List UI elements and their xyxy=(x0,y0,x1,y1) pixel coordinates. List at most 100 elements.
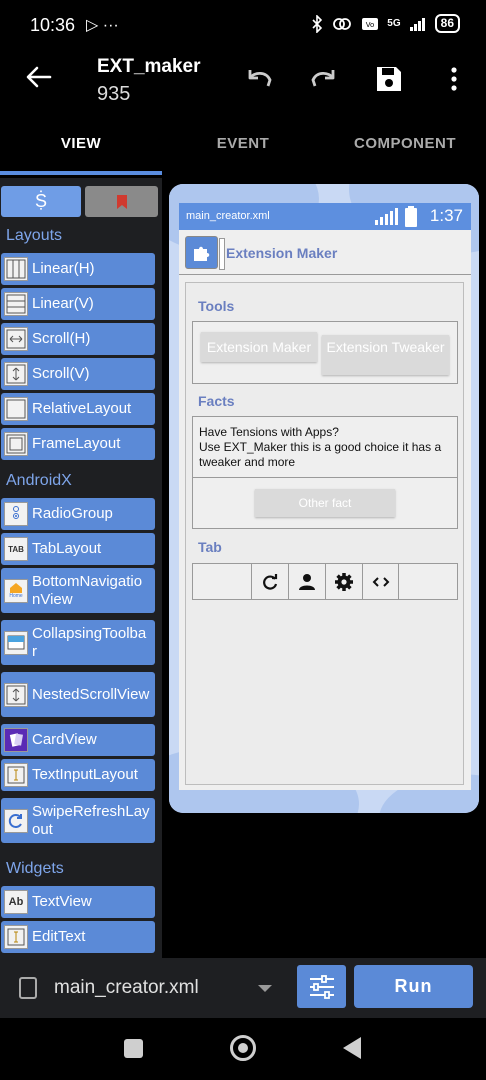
palette-item-label: RadioGroup xyxy=(32,505,113,522)
person-icon[interactable] xyxy=(288,564,325,599)
widgets-tab-icon: Ṩ xyxy=(34,191,47,211)
preview-fact-line: Use EXT_Maker this is a good choice it h… xyxy=(199,440,442,469)
status-right-icons: Vo 5G 86 xyxy=(311,14,460,33)
preview-tab-bar xyxy=(192,563,458,600)
puzzle-icon xyxy=(185,236,218,269)
preview-signal-icon xyxy=(375,208,398,225)
home-button-icon[interactable] xyxy=(230,1035,256,1061)
text-input-layout-icon xyxy=(4,763,28,787)
bottom-navigation-icon: Home xyxy=(4,578,28,603)
preview-tools-container: Extension Maker Extension Tweaker xyxy=(192,321,458,384)
tab-event[interactable]: EVENT xyxy=(162,122,324,176)
linear-v-icon xyxy=(4,292,28,316)
code-icon[interactable] xyxy=(362,564,399,599)
refresh-icon[interactable] xyxy=(251,564,288,599)
run-button[interactable]: Run xyxy=(354,965,473,1008)
save-icon[interactable] xyxy=(372,62,406,96)
bottom-bar: main_creator.xml Run xyxy=(0,958,486,1018)
palette-tab-bookmarks[interactable] xyxy=(85,186,158,217)
scroll-v-icon xyxy=(4,362,28,386)
radio-group-icon xyxy=(4,502,28,526)
recents-icon[interactable] xyxy=(124,1039,143,1058)
palette-item-relative-layout[interactable]: RelativeLayout xyxy=(1,393,155,425)
preview-facts-text-box: Have Tensions with Apps? Use EXT_Maker t… xyxy=(192,416,458,478)
palette-item-label: NestedScrollView xyxy=(32,685,150,703)
palette-item-label: Linear(H) xyxy=(32,260,95,277)
palette-item-label: Scroll(V) xyxy=(32,365,90,382)
file-selector[interactable]: main_creator.xml xyxy=(54,977,199,999)
palette-item-label: CollapsingToolbar xyxy=(32,624,147,660)
status-notification-icons: ▷ ··· xyxy=(86,17,119,34)
nav-back-icon[interactable] xyxy=(343,1037,361,1059)
palette-item-label: TextView xyxy=(32,893,92,910)
palette-item-label: EditText xyxy=(32,928,86,945)
section-widgets: Widgets xyxy=(6,860,64,877)
palette-item-text-input-layout[interactable]: TextInputLayout xyxy=(1,759,155,791)
palette-item-card-view[interactable]: CardView xyxy=(1,724,155,756)
link-icon xyxy=(333,17,352,30)
gear-icon[interactable] xyxy=(325,564,362,599)
palette-item-radio-group[interactable]: RadioGroup xyxy=(1,498,155,530)
palette-item-linear-h[interactable]: Linear(H) xyxy=(1,253,155,285)
network-label: 5G xyxy=(387,18,401,29)
preview-fact-line: Have Tensions with Apps? xyxy=(199,425,339,439)
more-vert-icon[interactable] xyxy=(437,62,471,96)
section-androidx: AndroidX xyxy=(6,472,72,489)
palette-item-bottom-navigation[interactable]: Home BottomNavigationView xyxy=(1,568,155,613)
tab-view[interactable]: VIEW xyxy=(0,122,162,176)
palette-item-label: TabLayout xyxy=(32,540,102,557)
preview-fact-text: Have Tensions with Apps? Use EXT_Maker t… xyxy=(199,425,453,470)
palette-item-label: Scroll(H) xyxy=(32,330,91,347)
palette-item-frame-layout[interactable]: FrameLayout xyxy=(1,428,155,460)
palette-item-scroll-v[interactable]: Scroll(V) xyxy=(1,358,155,390)
linear-h-icon xyxy=(4,257,28,281)
volte-icon: Vo xyxy=(362,17,379,30)
palette-item-label: RelativeLayout xyxy=(32,400,132,417)
palette-item-label: SwipeRefreshLayout xyxy=(32,802,150,838)
tab-component[interactable]: COMPONENT xyxy=(324,122,486,176)
dropdown-arrow-icon[interactable] xyxy=(258,985,272,992)
palette-tabs: Ṩ xyxy=(0,186,162,218)
app-bar: EXT_maker 935 xyxy=(0,50,486,115)
palette-item-linear-v[interactable]: Linear(V) xyxy=(1,288,155,320)
palette-tab-widgets[interactable]: Ṩ xyxy=(1,186,81,217)
preview-facts-label: Facts xyxy=(198,393,235,409)
project-title: EXT_maker xyxy=(97,56,201,77)
swipe-refresh-icon xyxy=(4,808,28,833)
home-icon-label: Home xyxy=(9,593,23,599)
palette-item-collapsing-toolbar[interactable]: CollapsingToolbar xyxy=(1,620,155,665)
undo-icon[interactable] xyxy=(242,62,276,96)
layout-preview[interactable]: main_creator.xml 1:37 Extension Maker To… xyxy=(179,203,471,790)
back-arrow-icon[interactable] xyxy=(24,62,54,92)
preview-content: Tools Extension Maker Extension Tweaker … xyxy=(185,282,464,785)
card-view-icon xyxy=(4,728,28,752)
preview-tools-label: Tools xyxy=(198,298,235,314)
sliders-icon xyxy=(309,974,334,999)
status-time: 10:36 xyxy=(30,15,76,35)
palette-item-swipe-refresh-layout[interactable]: SwipeRefreshLayout xyxy=(1,798,155,843)
battery-indicator: 86 xyxy=(434,14,460,33)
edit-text-icon xyxy=(4,925,28,949)
widget-palette: Ṩ Layouts Linear(H) Linear(V) Scroll(H) … xyxy=(0,178,162,958)
palette-item-label: CardView xyxy=(32,731,97,748)
palette-item-label: Linear(V) xyxy=(32,295,94,312)
palette-item-tab-layout[interactable]: TAB TabLayout xyxy=(1,533,155,565)
palette-item-edit-text[interactable]: EditText xyxy=(1,921,155,953)
layout-settings-button[interactable] xyxy=(297,965,346,1008)
preview-other-fact-button[interactable]: Other fact xyxy=(255,489,395,517)
redo-icon[interactable] xyxy=(307,62,341,96)
svg-text:Vo: Vo xyxy=(366,21,375,29)
preview-tab-label: Tab xyxy=(198,539,222,555)
preview-extension-tweaker-button[interactable]: Extension Tweaker xyxy=(322,335,449,375)
nested-scroll-view-icon xyxy=(4,682,28,707)
preview-file-name: main_creator.xml xyxy=(186,210,270,222)
palette-item-scroll-h[interactable]: Scroll(H) xyxy=(1,323,155,355)
preview-extension-maker-button[interactable]: Extension Maker xyxy=(201,332,317,362)
signal-icon xyxy=(409,17,425,31)
palette-item-text-view[interactable]: Ab TextView xyxy=(1,886,155,918)
preview-battery-icon xyxy=(405,206,417,227)
file-icon xyxy=(19,977,37,999)
preview-status-bar: main_creator.xml 1:37 xyxy=(179,203,471,230)
palette-item-nested-scroll-view[interactable]: NestedScrollView xyxy=(1,672,155,717)
tab-layout-icon: TAB xyxy=(4,537,28,561)
